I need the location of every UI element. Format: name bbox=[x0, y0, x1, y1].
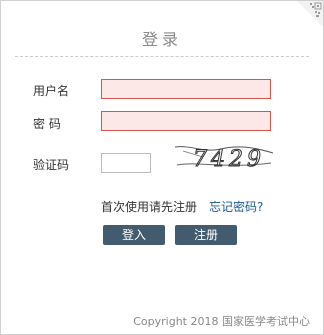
captcha-image[interactable]: 7429 bbox=[173, 143, 275, 173]
first-time-hint: 首次使用请先注册 bbox=[101, 200, 198, 214]
captcha-text: 7429 bbox=[193, 147, 265, 172]
qr-code-icon[interactable] bbox=[297, 1, 323, 27]
forgot-password-link[interactable]: 忘记密码? bbox=[209, 198, 263, 215]
login-panel: 登录 用户名 密 码 验证码 7429 首次使用请先注册 忘记密码? 登入 注册… bbox=[0, 0, 324, 335]
title-divider bbox=[15, 56, 309, 57]
captcha-label: 验证码 bbox=[33, 158, 70, 172]
copyright-text: Copyright 2018 国家医学考试中心 bbox=[133, 315, 310, 328]
password-input[interactable] bbox=[101, 111, 271, 131]
page-title: 登录 bbox=[141, 30, 182, 49]
password-label: 密 码 bbox=[33, 117, 61, 131]
username-input[interactable] bbox=[101, 79, 271, 99]
captcha-input[interactable] bbox=[101, 153, 151, 173]
login-button[interactable]: 登入 bbox=[103, 225, 165, 245]
username-label: 用户名 bbox=[33, 84, 70, 98]
register-button[interactable]: 注册 bbox=[175, 225, 237, 245]
